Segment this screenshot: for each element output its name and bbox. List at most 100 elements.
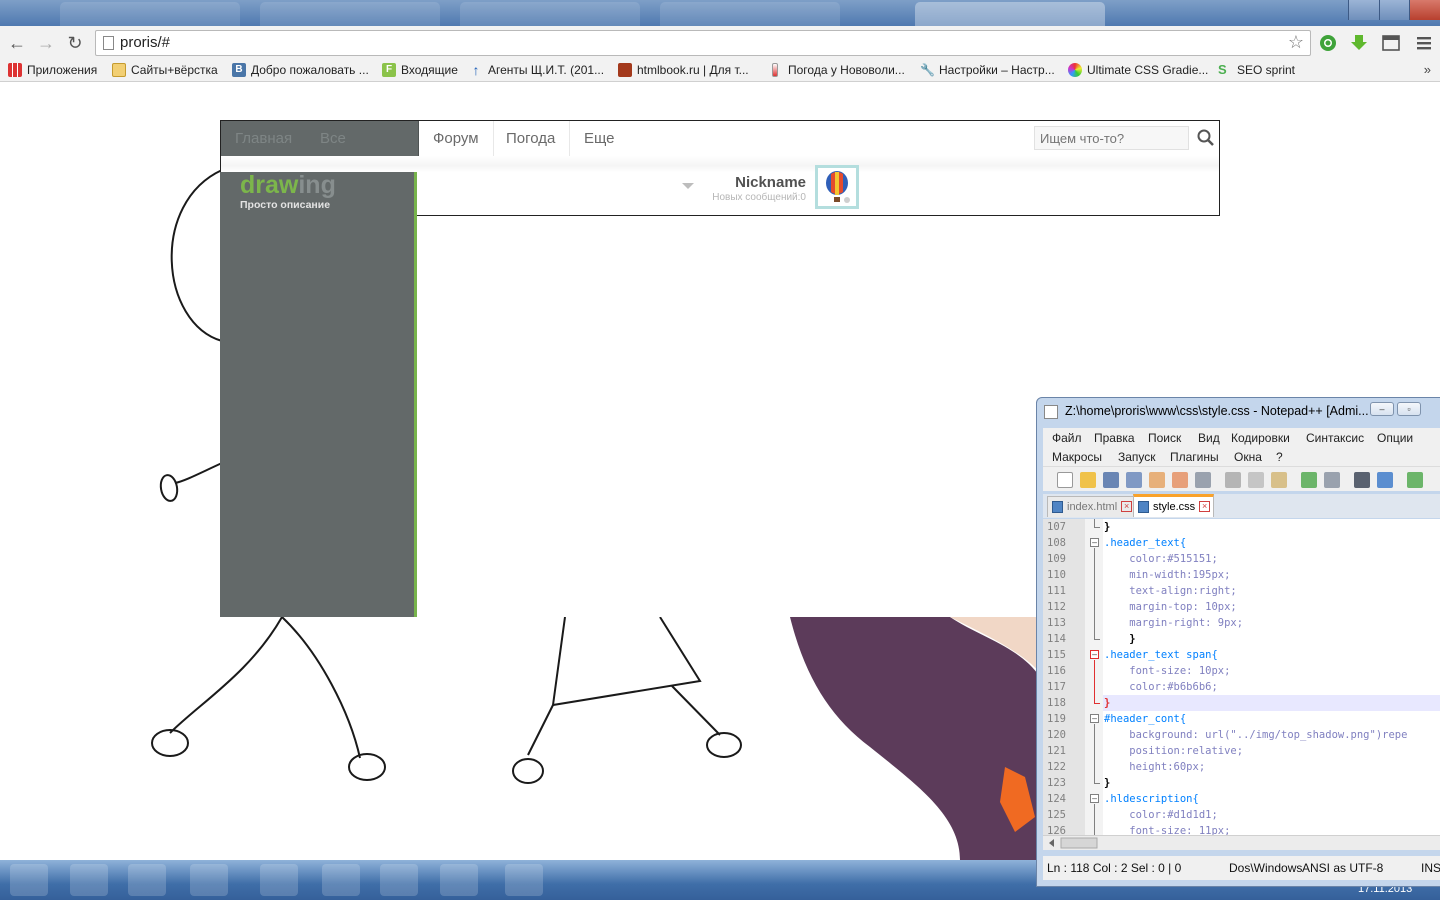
minimize-button[interactable] (1348, 0, 1379, 20)
bookmark-star-icon[interactable]: ☆ (1288, 32, 1304, 53)
fold-toggle[interactable]: – (1090, 650, 1099, 659)
bookmark-settings[interactable]: 🔧 Настройки – Настр... (920, 63, 1055, 77)
taskbar-app[interactable] (505, 864, 543, 896)
npp-minimize-button[interactable]: – (1370, 402, 1394, 416)
zoom-in-icon[interactable] (1407, 472, 1423, 488)
download-arrow-icon[interactable] (1349, 33, 1369, 53)
close-button[interactable] (1409, 0, 1440, 20)
menu-syntax[interactable]: Синтаксис (1306, 431, 1364, 445)
menu-file[interactable]: Файл (1052, 431, 1082, 445)
npp-code-editor[interactable]: – – – – 107 108 109 110 111 112 113 114 … (1043, 519, 1440, 835)
taskbar-app[interactable] (440, 864, 478, 896)
forward-arrow-icon[interactable]: → (36, 33, 56, 53)
bookmark-label: Приложения (27, 63, 98, 77)
start-button[interactable] (10, 864, 48, 896)
menu-options[interactable]: Опции (1377, 431, 1413, 445)
fold-toggle[interactable]: – (1090, 714, 1099, 723)
bookmark-agents[interactable]: ↑ Агенты Щ.И.Т. (201... (469, 63, 605, 77)
replace-icon[interactable] (1377, 472, 1393, 488)
new-messages-count[interactable]: Новых сообщений:0 (696, 192, 806, 203)
bookmark-apps[interactable]: Приложения (8, 63, 97, 77)
copy-icon[interactable] (1248, 472, 1264, 488)
window-controls (1348, 0, 1440, 20)
bookmark-weather[interactable]: Погода у Нововоли... (769, 63, 905, 77)
site-logo[interactable]: drawing (240, 171, 336, 200)
maximize-button[interactable] (1378, 0, 1410, 20)
taskbar-app[interactable] (190, 864, 228, 896)
code-line: text-align:right; (1104, 585, 1237, 597)
bookmark-css-gradient[interactable]: Ultimate CSS Gradie... (1068, 63, 1208, 77)
fold-toggle[interactable]: – (1090, 794, 1099, 803)
taskbar-app[interactable] (260, 864, 298, 896)
tab-style-css[interactable]: style.css × (1133, 494, 1215, 517)
bookmark-inbox[interactable]: F Входящие (382, 63, 458, 77)
cut-icon[interactable] (1225, 472, 1241, 488)
taskbar-app[interactable] (380, 864, 418, 896)
taskbar-app[interactable] (128, 864, 166, 896)
bookmark-htmlbook[interactable]: htmlbook.ru | Для т... (618, 63, 749, 77)
nav-more[interactable]: Еще (570, 121, 629, 156)
line-number: 108 (1047, 537, 1066, 549)
bookmark-vk[interactable]: B Добро пожаловать ... (232, 63, 369, 77)
menu-search[interactable]: Поиск (1148, 431, 1181, 445)
reload-icon[interactable]: ↻ (65, 33, 85, 53)
menu-icon[interactable] (1414, 33, 1434, 53)
menu-plugins[interactable]: Плагины (1170, 450, 1219, 464)
fold-toggle[interactable]: – (1090, 538, 1099, 547)
undo-icon[interactable] (1301, 472, 1317, 488)
close-file-icon[interactable] (1149, 472, 1165, 488)
close-tab-icon[interactable]: × (1121, 501, 1133, 512)
close-tab-icon[interactable]: × (1199, 501, 1211, 512)
save-all-icon[interactable] (1126, 472, 1142, 488)
user-dropdown-arrow-icon[interactable] (682, 183, 694, 189)
code-line: color:#515151; (1104, 553, 1218, 565)
current-line-highlight (1103, 695, 1440, 711)
new-file-icon[interactable] (1057, 472, 1073, 488)
save-icon[interactable] (1103, 472, 1119, 488)
find-icon[interactable] (1354, 472, 1370, 488)
back-arrow-icon[interactable]: ← (7, 33, 27, 53)
nav-all-drawings[interactable]: Все рисунки (306, 121, 419, 182)
browser-tab[interactable] (60, 2, 240, 26)
tab-index-html[interactable]: index.html × (1047, 496, 1137, 517)
paste-icon[interactable] (1271, 472, 1287, 488)
print-icon[interactable] (1195, 472, 1211, 488)
taskbar-app[interactable] (322, 864, 360, 896)
horizontal-scrollbar[interactable] (1043, 835, 1440, 850)
browser-tab[interactable] (460, 2, 640, 26)
avatar[interactable] (815, 165, 859, 209)
browser-tab[interactable] (660, 2, 840, 26)
nav-home[interactable]: Главная (221, 121, 308, 156)
menu-help[interactable]: ? (1276, 450, 1283, 464)
user-nickname[interactable]: Nickname (706, 174, 806, 191)
menu-encoding[interactable]: Кодировки (1231, 431, 1290, 445)
close-all-icon[interactable] (1172, 472, 1188, 488)
browser-tab-active[interactable] (915, 2, 1105, 26)
search-icon[interactable] (1196, 128, 1216, 148)
taskbar-app[interactable] (70, 864, 108, 896)
nav-weather[interactable]: Погода (492, 121, 571, 156)
extension-green-circle-icon[interactable] (1318, 33, 1338, 53)
nav-forum[interactable]: Форум (419, 121, 494, 156)
code-line: } (1104, 633, 1136, 645)
logo-ing: ing (298, 171, 336, 199)
bookmarks-overflow-button[interactable]: » (1424, 62, 1431, 77)
menu-windows[interactable]: Окна (1234, 450, 1262, 464)
open-file-icon[interactable] (1080, 472, 1096, 488)
menu-edit[interactable]: Правка (1094, 431, 1135, 445)
menu-macros[interactable]: Макросы (1052, 450, 1102, 464)
code-line: height:60px; (1104, 761, 1206, 773)
menu-view[interactable]: Вид (1198, 431, 1220, 445)
bookmark-folder[interactable]: Сайты+вёрстка (112, 63, 218, 77)
bookmark-seo-sprint[interactable]: S SEO sprint (1218, 62, 1295, 78)
window-icon[interactable] (1381, 33, 1401, 53)
menu-run[interactable]: Запуск (1118, 450, 1156, 464)
site-search-input[interactable] (1034, 126, 1189, 150)
wrench-icon: 🔧 (920, 63, 935, 77)
address-bar[interactable]: proris/# ☆ (95, 30, 1311, 56)
address-url[interactable]: proris/# (120, 34, 170, 51)
npp-maximize-button[interactable]: ▫ (1397, 402, 1421, 416)
seo-sprint-icon: S (1218, 62, 1227, 77)
browser-tab[interactable] (260, 2, 440, 26)
redo-icon[interactable] (1324, 472, 1340, 488)
